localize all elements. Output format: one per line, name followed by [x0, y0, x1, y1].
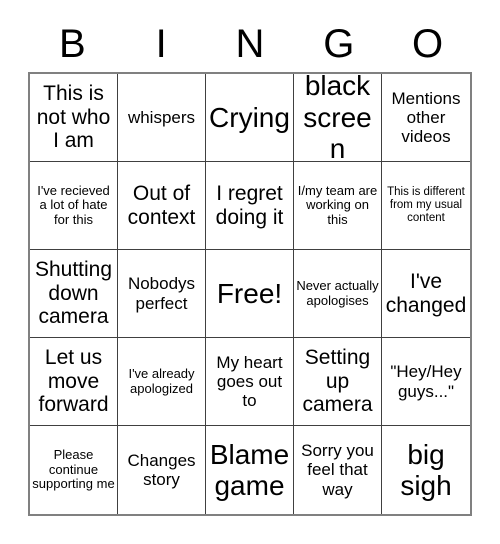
bingo-cell[interactable]: Shutting down camera: [30, 250, 118, 338]
bingo-cell[interactable]: Sorry you feel that way: [294, 426, 382, 514]
bingo-card: B I N G O This is not who I am whispers …: [0, 0, 500, 544]
bingo-cell[interactable]: I regret doing it: [206, 162, 294, 250]
bingo-cell[interactable]: Setting up camera: [294, 338, 382, 426]
bingo-cell[interactable]: My heart goes out to: [206, 338, 294, 426]
bingo-cell[interactable]: Please continue supporting me: [30, 426, 118, 514]
bingo-cell[interactable]: big sigh: [382, 426, 470, 514]
header-letter-b: B: [59, 22, 86, 66]
bingo-cell[interactable]: I've recieved a lot of hate for this: [30, 162, 118, 250]
bingo-cell-label: This is different from my usual content: [387, 186, 465, 224]
bingo-cell[interactable]: Nobodys perfect: [118, 250, 206, 338]
bingo-cell[interactable]: Blame game: [206, 426, 294, 514]
bingo-cell-label: I regret doing it: [215, 181, 284, 229]
bingo-cell[interactable]: Changes story: [118, 426, 206, 514]
bingo-cell-label: Sorry you feel that way: [301, 441, 374, 499]
bingo-cell-label: "Hey/Hey guys...": [390, 362, 462, 401]
bingo-cell[interactable]: whispers: [118, 74, 206, 162]
bingo-cell-label: Crying: [209, 101, 290, 133]
bingo-cell-label: Changes story: [127, 450, 196, 489]
header-letter-i: I: [155, 22, 167, 66]
header-letter-o: O: [412, 22, 444, 66]
bingo-cell-label: Out of context: [127, 181, 196, 229]
bingo-cell-label: whispers: [127, 107, 196, 127]
bingo-cell-label: I've recieved a lot of hate for this: [37, 182, 110, 227]
bingo-cell-label: I've already apologized: [128, 365, 195, 396]
header-letter-g: G: [323, 22, 355, 66]
bingo-cell[interactable]: Let us move forward: [30, 338, 118, 426]
bingo-cell-label: black screen: [303, 74, 372, 162]
bingo-cell-label: Setting up camera: [302, 346, 373, 417]
bingo-cell-label: I've changed: [385, 269, 467, 317]
bingo-cell[interactable]: I've changed: [382, 250, 470, 338]
bingo-cell-label: Never actually apologises: [296, 277, 379, 308]
bingo-header: B I N G O: [28, 16, 472, 72]
bingo-cell-label: Nobodys perfect: [127, 274, 196, 313]
bingo-cell-label: Blame game: [209, 438, 290, 501]
bingo-cell[interactable]: This is different from my usual content: [382, 162, 470, 250]
bingo-cell[interactable]: Never actually apologises: [294, 250, 382, 338]
bingo-cell-label: I/my team are working on this: [297, 182, 378, 227]
bingo-cell[interactable]: I/my team are working on this: [294, 162, 382, 250]
bingo-cell-label: big sigh: [400, 438, 452, 501]
bingo-cell-label: Please continue supporting me: [32, 447, 115, 492]
bingo-cell-label: Mentions other videos: [391, 88, 461, 147]
bingo-cell-free[interactable]: Free!: [206, 250, 294, 338]
bingo-cell[interactable]: Out of context: [118, 162, 206, 250]
bingo-cell[interactable]: Crying: [206, 74, 294, 162]
bingo-cell[interactable]: "Hey/Hey guys...": [382, 338, 470, 426]
bingo-cell-label: Free!: [216, 277, 283, 309]
bingo-cell[interactable]: Mentions other videos: [382, 74, 470, 162]
header-letter-n: N: [235, 22, 265, 66]
bingo-cell[interactable]: black screen: [294, 74, 382, 162]
bingo-cell-label: This is not who I am: [36, 82, 111, 153]
bingo-cell-label: Let us move forward: [38, 346, 109, 417]
bingo-cell-label: Shutting down camera: [34, 258, 113, 329]
bingo-cell[interactable]: This is not who I am: [30, 74, 118, 162]
bingo-cell-label: My heart goes out to: [216, 352, 283, 411]
bingo-cell[interactable]: I've already apologized: [118, 338, 206, 426]
bingo-grid: This is not who I am whispers Crying bla…: [28, 72, 472, 516]
